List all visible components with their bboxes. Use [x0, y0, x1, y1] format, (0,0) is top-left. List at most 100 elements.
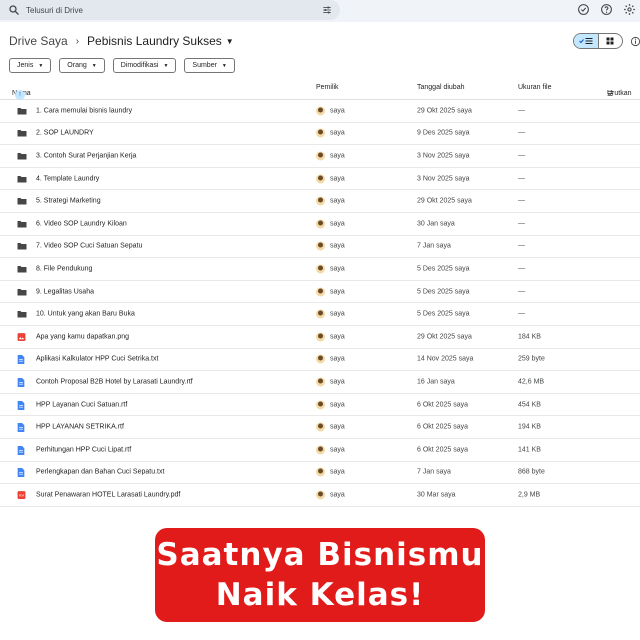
file-size: 184 KB: [518, 333, 541, 341]
file-name[interactable]: 6. Video SOP Laundry Kiloan: [36, 220, 127, 227]
avatar: [316, 422, 325, 432]
more-actions-icon[interactable]: ⋮: [636, 331, 640, 342]
table-row[interactable]: 9. Legalitas Usaha saya 5 Des 2025 saya — ⋮: [0, 281, 640, 304]
table-row[interactable]: 6. Video SOP Laundry Kiloan saya 30 Jan sa…: [0, 213, 640, 236]
file-name[interactable]: 9. Legalitas Usaha: [36, 288, 94, 295]
modified-date: 30 Jan saya: [417, 220, 455, 228]
file-name[interactable]: 10. Untuk yang akan Baru Buka: [36, 311, 135, 318]
more-actions-icon[interactable]: ⋮: [636, 196, 640, 207]
folder-icon: [17, 310, 27, 319]
file-name[interactable]: Surat Penawaran HOTEL Larasati Laundry.p…: [36, 491, 180, 498]
caret-down-icon[interactable]: ▼: [226, 37, 234, 46]
filter-chip-people[interactable]: Orang ▼: [59, 58, 105, 73]
breadcrumb-root[interactable]: Drive Saya: [9, 34, 68, 48]
help-icon[interactable]: [600, 3, 613, 16]
filter-chip-source[interactable]: Sumber ▼: [184, 58, 235, 73]
file-name[interactable]: 8. File Pendukung: [36, 265, 92, 272]
table-row[interactable]: Perlengkapan dan Bahan Cuci Sepatu.txt sa…: [0, 462, 640, 485]
more-actions-icon[interactable]: ⋮: [636, 150, 640, 161]
file-name[interactable]: Perhitungan HPP Cuci Lipat.rtf: [36, 446, 131, 453]
table-row[interactable]: 4. Template Laundry saya 3 Nov 2025 saya — ⋮: [0, 168, 640, 191]
more-actions-icon[interactable]: ⋮: [636, 309, 640, 320]
modified-date: 29 Okt 2025 saya: [417, 333, 472, 341]
file-name[interactable]: Aplikasi Kalkulator HPP Cuci Setrika.txt: [36, 356, 158, 363]
settings-gear-icon[interactable]: [623, 3, 636, 16]
table-row[interactable]: Aplikasi Kalkulator HPP Cuci Setrika.txt…: [0, 349, 640, 372]
owner-name: saya: [330, 175, 345, 183]
modified-date: 5 Des 2025 saya: [417, 310, 470, 318]
file-name[interactable]: 7. Video SOP Cuci Satuan Sepatu: [36, 243, 142, 250]
modified-date: 3 Nov 2025 saya: [417, 152, 470, 160]
table-row[interactable]: HPP Layanan Cuci Satuan.rtf saya 6 Okt 202…: [0, 394, 640, 417]
list-view-button[interactable]: [574, 34, 599, 48]
file-size: —: [518, 310, 525, 318]
more-actions-icon[interactable]: ⋮: [636, 105, 640, 116]
more-actions-icon[interactable]: ⋮: [636, 489, 640, 500]
avatar: [316, 490, 325, 500]
more-actions-icon[interactable]: ⋮: [636, 173, 640, 184]
folder-icon: [17, 287, 27, 296]
table-row[interactable]: 10. Untuk yang akan Baru Buka saya 5 Des 2…: [0, 303, 640, 326]
file-name[interactable]: 2. SOP LAUNDRY: [36, 130, 94, 137]
table-row[interactable]: PDF Surat Penawaran HOTEL Larasati Laundr…: [0, 484, 640, 507]
table-row[interactable]: HPP LAYANAN SETRIKA.rtf saya 6 Okt 2025 sa…: [0, 416, 640, 439]
file-name[interactable]: HPP Layanan Cuci Satuan.rtf: [36, 401, 127, 408]
owner-name: saya: [330, 242, 345, 250]
more-actions-icon[interactable]: ⋮: [636, 286, 640, 297]
more-actions-icon[interactable]: ⋮: [636, 263, 640, 274]
search-options-icon[interactable]: [322, 5, 332, 15]
table-row[interactable]: 7. Video SOP Cuci Satuan Sepatu saya 7 Jan…: [0, 236, 640, 259]
modified-date: 29 Okt 2025 saya: [417, 197, 472, 205]
table-row[interactable]: Perhitungan HPP Cuci Lipat.rtf saya 6 Okt …: [0, 439, 640, 462]
filter-chip-modified[interactable]: Dimodifikasi ▼: [112, 58, 177, 73]
document-icon: [17, 377, 27, 387]
more-actions-icon[interactable]: ⋮: [636, 241, 640, 252]
file-name[interactable]: 4. Template Laundry: [36, 175, 99, 182]
sort-arrow-up-icon[interactable]: ↑: [15, 90, 25, 100]
file-name[interactable]: 3. Contoh Surat Perjanjian Kerja: [36, 152, 136, 159]
table-row[interactable]: 1. Cara memulai bisnis laundry saya 29 Okt…: [0, 100, 640, 123]
file-name[interactable]: Perlengkapan dan Bahan Cuci Sepatu.txt: [36, 469, 164, 476]
file-size: —: [518, 107, 525, 115]
more-actions-icon[interactable]: ⋮: [636, 376, 640, 387]
file-name[interactable]: HPP LAYANAN SETRIKA.rtf: [36, 424, 124, 431]
more-actions-icon[interactable]: ⋮: [636, 467, 640, 478]
table-row[interactable]: Apa yang kamu dapatkan.png saya 29 Okt 202…: [0, 326, 640, 349]
table-row[interactable]: 5. Strategi Marketing saya 29 Okt 2025 say…: [0, 190, 640, 213]
view-toggle: [573, 33, 623, 49]
breadcrumb-current-folder[interactable]: Pebisnis Laundry Sukses: [87, 34, 222, 48]
column-size-header[interactable]: Ukuran file: [518, 84, 551, 91]
column-owner-header[interactable]: Pemilik: [316, 84, 339, 91]
filter-chip-type[interactable]: Jenis ▼: [9, 58, 52, 73]
more-actions-icon[interactable]: ⋮: [636, 399, 640, 410]
owner-name: saya: [330, 107, 345, 115]
file-list: 1. Cara memulai bisnis laundry saya 29 Okt…: [0, 100, 640, 507]
file-size: —: [518, 220, 525, 228]
modified-date: 6 Okt 2025 saya: [417, 423, 468, 431]
owner-name: saya: [330, 468, 345, 476]
table-row[interactable]: 3. Contoh Surat Perjanjian Kerja saya 3 No…: [0, 145, 640, 168]
table-row[interactable]: 2. SOP LAUNDRY saya 9 Des 2025 saya — ⋮: [0, 123, 640, 146]
more-actions-icon[interactable]: ⋮: [636, 128, 640, 139]
column-modified-header[interactable]: Tanggal diubah: [417, 84, 465, 91]
more-actions-icon[interactable]: ⋮: [636, 354, 640, 365]
table-row[interactable]: Contoh Proposal B2B Hotel by Larasati La…: [0, 371, 640, 394]
more-actions-icon[interactable]: ⋮: [636, 218, 640, 229]
file-name[interactable]: Contoh Proposal B2B Hotel by Larasati La…: [36, 378, 193, 385]
table-row[interactable]: 8. File Pendukung saya 5 Des 2025 saya — ⋮: [0, 258, 640, 281]
grid-icon: [606, 37, 614, 45]
modified-date: 5 Des 2025 saya: [417, 288, 470, 296]
info-icon[interactable]: [630, 36, 640, 47]
offline-status-icon[interactable]: [577, 3, 590, 16]
file-name[interactable]: Apa yang kamu dapatkan.png: [36, 333, 129, 340]
more-actions-icon[interactable]: ⋮: [636, 444, 640, 455]
search-input[interactable]: Telusuri di Drive: [26, 6, 83, 15]
grid-view-button[interactable]: [599, 34, 623, 48]
modified-date: 6 Okt 2025 saya: [417, 401, 468, 409]
file-name[interactable]: 5. Strategi Marketing: [36, 198, 101, 205]
search-bar[interactable]: Telusuri di Drive: [0, 0, 340, 20]
chevron-right-icon: ›: [75, 35, 80, 47]
file-name[interactable]: 1. Cara memulai bisnis laundry: [36, 107, 132, 114]
more-actions-icon[interactable]: ⋮: [636, 422, 640, 433]
avatar: [316, 219, 325, 229]
